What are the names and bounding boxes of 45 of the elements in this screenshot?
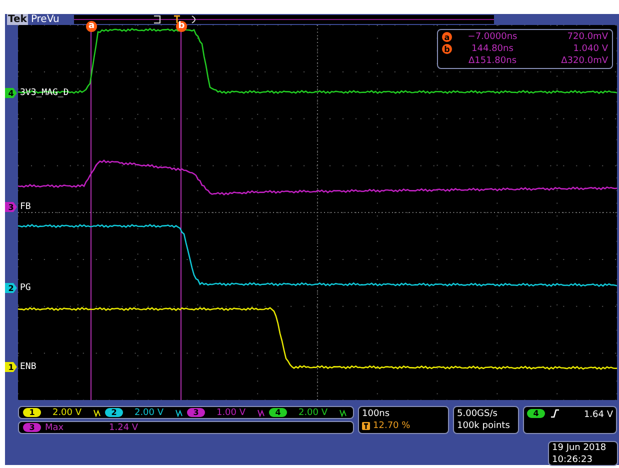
trigger-position: 12.70 % [373,420,410,432]
trigger-position-icon [362,422,370,430]
date-text: 19 Jun 2018 [552,442,608,454]
cursor-time: −7.0000ns [466,31,518,43]
sample-rate: 5.00GS/s [457,408,498,420]
timebase-panel[interactable]: 100ns 12.70 % [358,406,449,434]
channel-ground-marker[interactable]: 3 [5,202,17,212]
channel-chip[interactable]: 3 [187,408,205,417]
cursor-time: 144.80ns [470,43,514,55]
volts-per-div[interactable]: 2.00 V [45,408,89,418]
cursor-time: Δ151.80ns [467,55,518,67]
record-length: 100k points [457,420,511,432]
channel-ground-marker[interactable]: 4 [5,88,17,98]
bandwidth-limit-icon [175,408,183,416]
volts-per-div[interactable]: 1.00 V [209,408,253,418]
channel-label: ENB [20,362,36,372]
channel-chip: 3 [23,423,41,432]
volts-per-div[interactable]: 2.00 V [127,408,171,418]
channel-chip[interactable]: 1 [23,408,41,417]
volts-per-div[interactable]: 2.00 V [291,408,335,418]
channel-label: PG [20,283,31,293]
horizontal-scale: 100ns [362,408,391,420]
channel-chip[interactable]: 4 [269,408,287,417]
mode-label: PreVu [30,14,60,25]
bandwidth-limit-icon [93,408,101,416]
measurement-value: 1.24 V [109,422,138,432]
cursor-value: 1.040 V [572,43,608,55]
measurement-label: Max [45,422,65,432]
time-text: 10:26:23 [552,454,594,466]
cursor-value: Δ320.0mV [560,55,608,67]
channel-ground-marker[interactable]: 1 [5,362,17,372]
trigger-level: 1.64 V [584,409,613,421]
channel-chip[interactable]: 2 [105,408,123,417]
rising-edge-icon [551,409,559,418]
brand-logo: Tek [7,14,28,25]
channel-label: FB [20,202,31,212]
trigger-panel[interactable]: 4 1.64 V [523,406,617,434]
cursor-marker: a [442,32,452,42]
acquisition-panel[interactable]: 5.00GS/s 100k points [453,406,519,434]
channel-ground-marker[interactable]: 2 [5,283,17,293]
cursor-marker: b [442,44,452,54]
channel-chip: 4 [527,409,545,418]
bandwidth-limit-icon [339,408,347,416]
cursor-value: 720.0mV [566,31,608,43]
bandwidth-limit-icon [257,408,265,416]
